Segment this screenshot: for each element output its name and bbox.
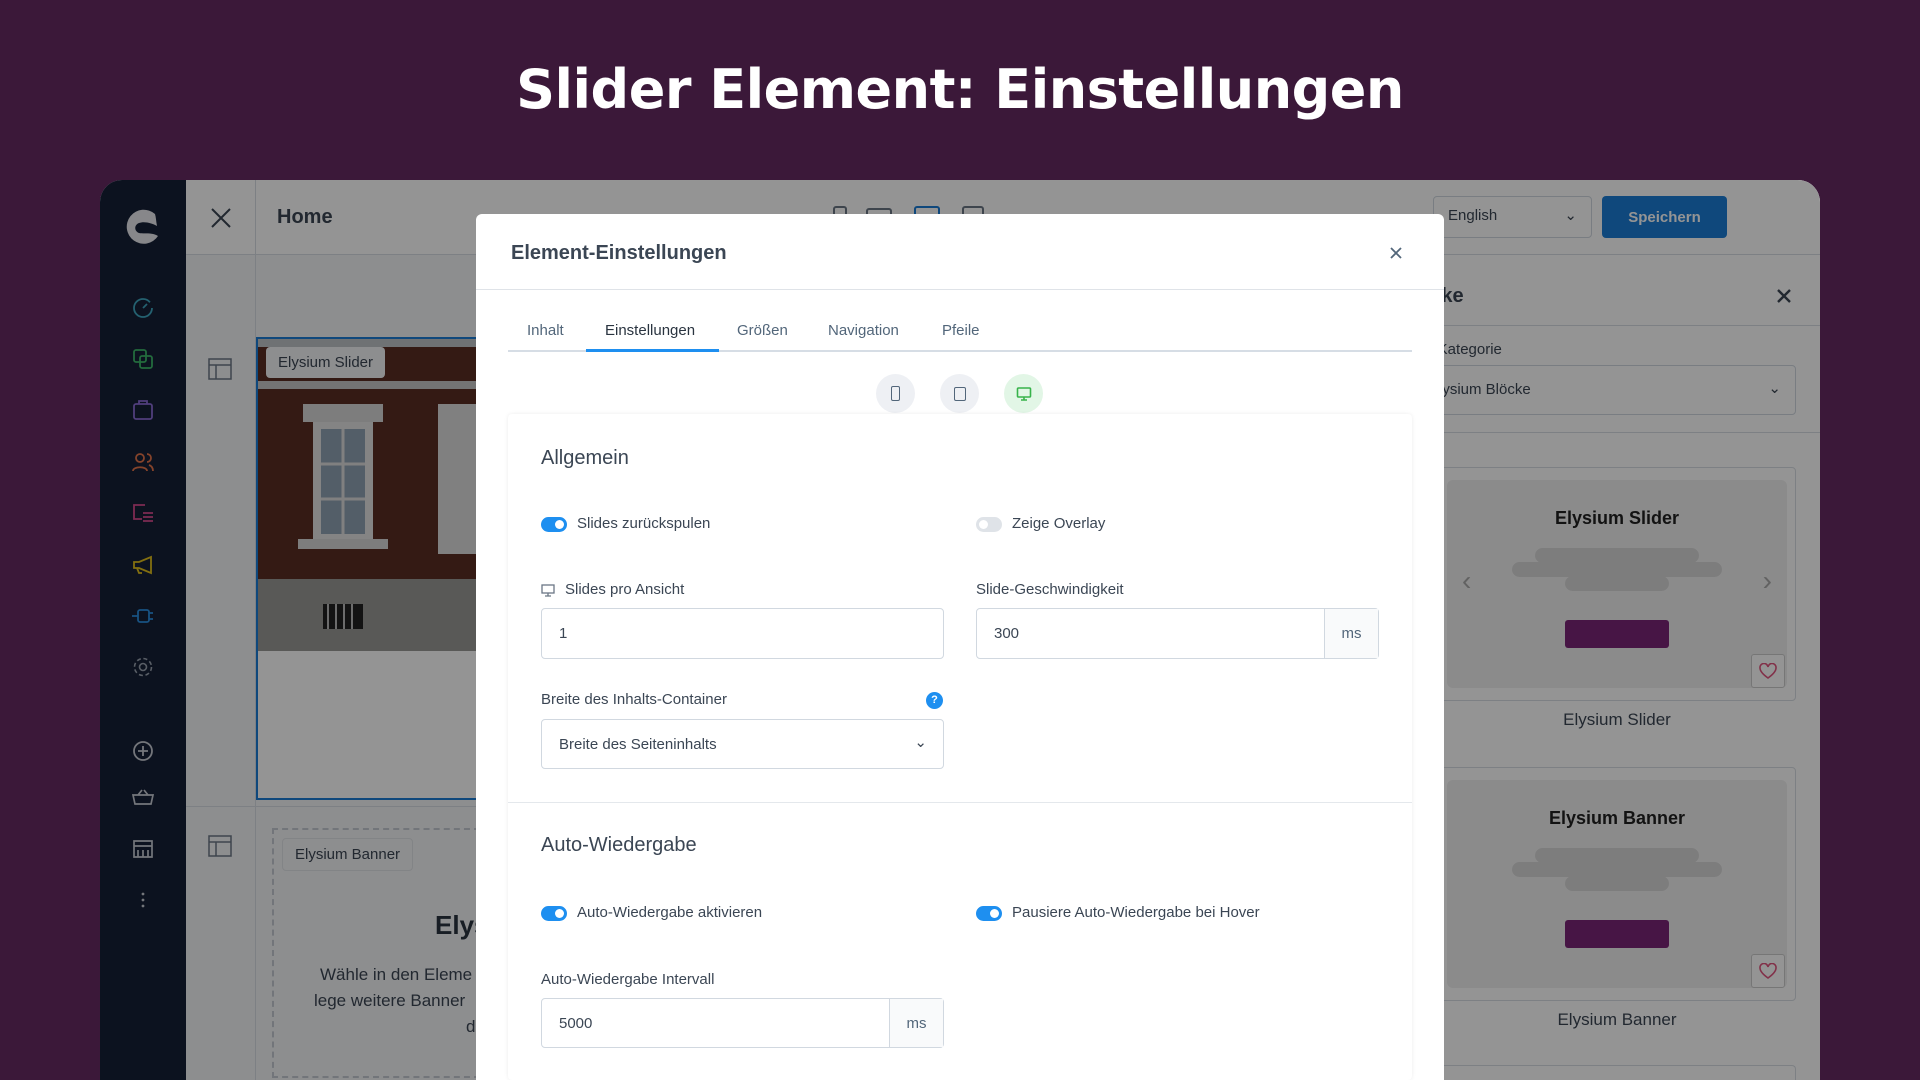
modal-title: Element-Einstellungen [511,242,727,264]
settings-card: Allgemein Slides zurückspulen Zeige Over… [508,414,1412,1080]
section-heading-general: Allgemein [541,447,629,469]
active-tab-indicator [586,349,719,352]
section-heading-autoplay: Auto-Wiedergabe [541,834,697,856]
autoplay-toggle[interactable] [541,906,567,921]
unit-addon: ms [1324,609,1378,658]
container-width-value: Breite des Seiteninhalts [559,735,717,753]
tab-navigation[interactable]: Navigation [828,322,899,339]
container-width-label: Breite des Inhalts-Container [541,691,727,708]
tablet-icon [953,386,966,401]
unit-addon: ms [889,999,943,1047]
pause-on-hover-label: Pausiere Auto-Wiedergabe bei Hover [1012,904,1260,921]
slide-speed-value: 300 [994,625,1020,642]
device-mobile-button[interactable] [876,374,915,413]
autoplay-interval-value: 5000 [559,1014,593,1032]
element-settings-modal: Element-Einstellungen Inhalt Einstellung… [476,214,1444,1080]
rewind-toggle[interactable] [541,517,567,532]
device-desktop-button[interactable] [1004,374,1043,413]
tab-einstellungen[interactable]: Einstellungen [605,322,695,339]
container-width-select[interactable]: Breite des Seiteninhalts ⌄ [541,719,944,769]
mobile-icon [891,386,900,401]
tab-inhalt[interactable]: Inhalt [527,322,564,339]
pause-on-hover-toggle[interactable] [976,906,1002,921]
slides-per-view-input[interactable]: 1 [541,608,944,659]
help-icon[interactable]: ? [926,692,943,709]
chevron-down-icon: ⌄ [914,734,927,751]
tab-pfeile[interactable]: Pfeile [942,322,980,339]
autoplay-interval-input[interactable]: 5000 ms [541,998,944,1048]
autoplay-label: Auto-Wiedergabe aktivieren [577,904,763,921]
autoplay-interval-label: Auto-Wiedergabe Intervall [541,971,715,988]
device-tablet-button[interactable] [940,374,979,413]
tab-groessen[interactable]: Größen [737,322,788,339]
page-headline: Slider Element: Einstellungen [516,58,1404,121]
overlay-label: Zeige Overlay [1012,515,1106,532]
slides-per-view-label: Slides pro Ansicht [565,581,685,598]
slides-per-view-value: 1 [559,625,568,642]
overlay-toggle[interactable] [976,517,1002,532]
slide-speed-input[interactable]: 300 ms [976,608,1379,659]
desktop-icon [541,584,555,597]
desktop-icon [1016,386,1031,401]
close-icon[interactable] [1390,247,1402,259]
slide-speed-label: Slide-Geschwindigkeit [976,581,1124,598]
rewind-label: Slides zurückspulen [577,515,711,532]
